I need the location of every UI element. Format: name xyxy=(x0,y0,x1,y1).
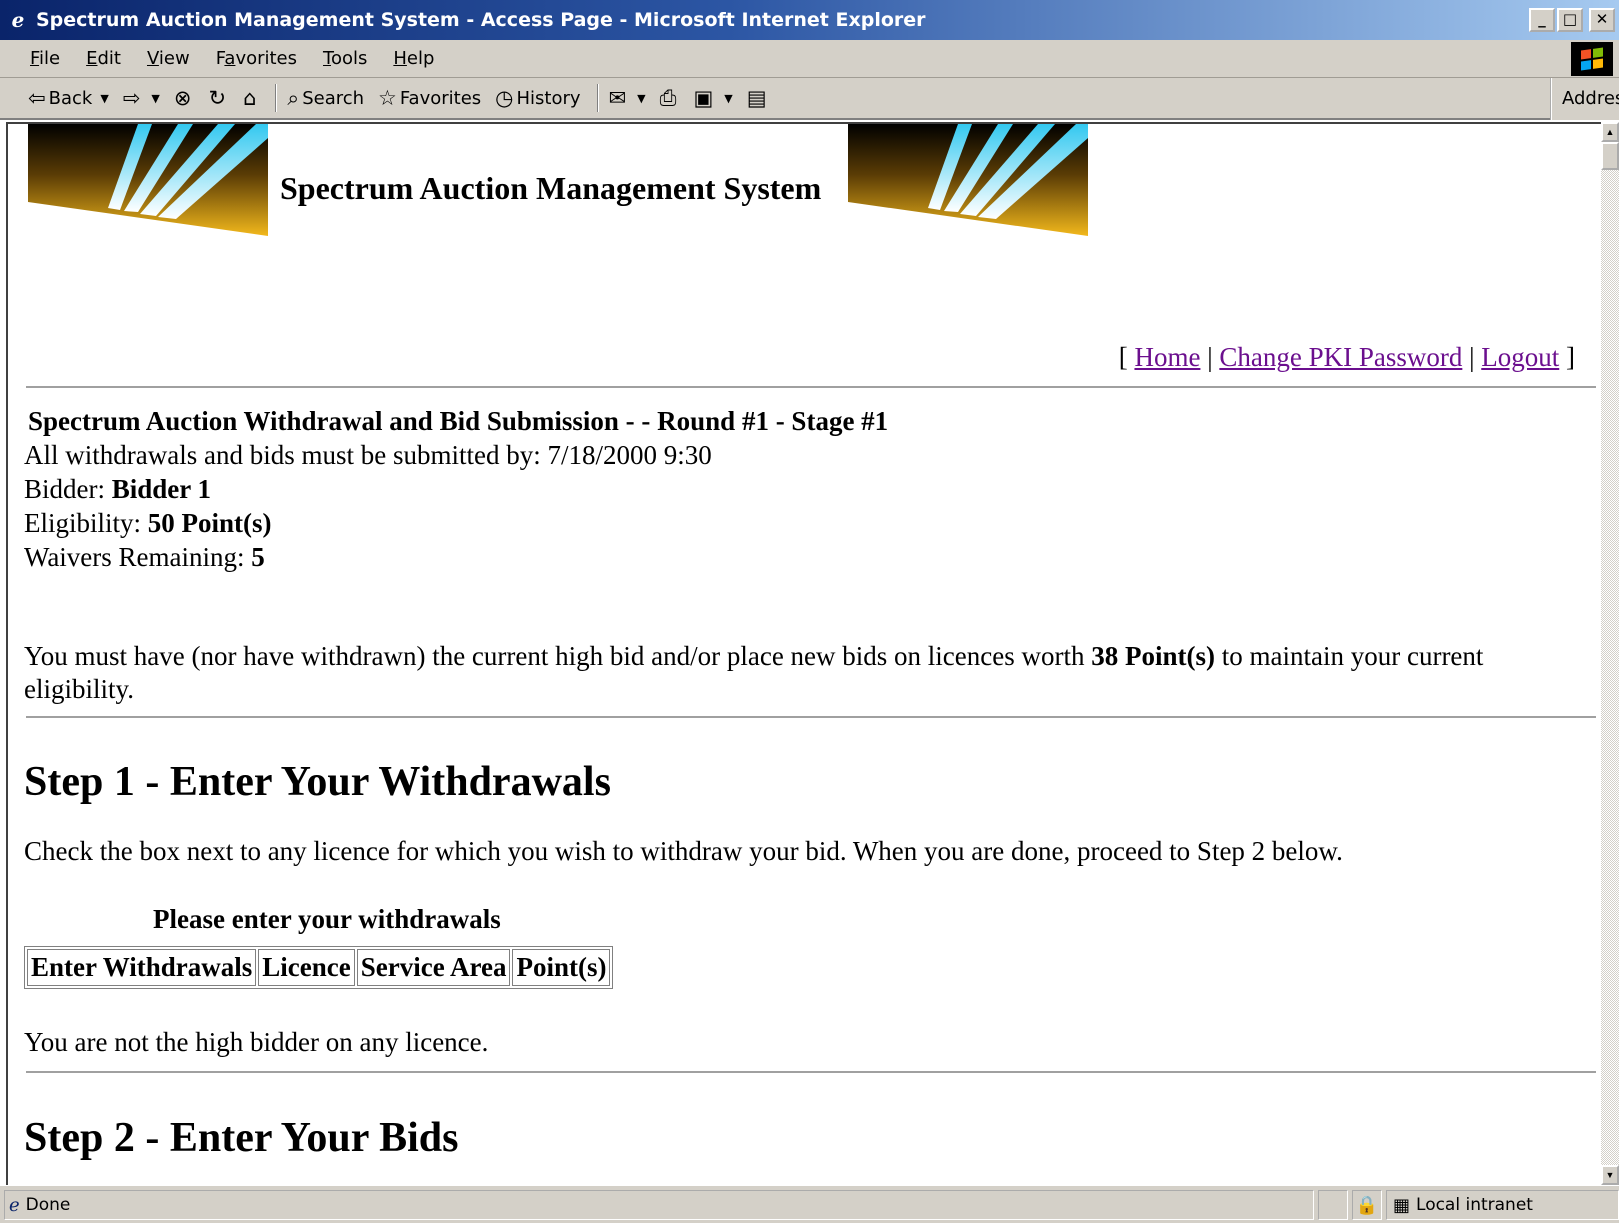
page-done-icon: ℯ xyxy=(9,1194,20,1216)
bidder-value: Bidder 1 xyxy=(111,474,212,504)
toolbar-separator xyxy=(596,84,599,112)
status-text-panel: ℯ Done xyxy=(4,1190,1314,1220)
menu-bar: File Edit View Favorites Tools Help xyxy=(0,40,1619,78)
search-button[interactable]: ⌕ Search xyxy=(287,86,364,111)
print-button[interactable]: ⎙ xyxy=(660,86,680,111)
menu-help[interactable]: Help xyxy=(393,48,434,69)
discuss-icon: ▤ xyxy=(746,86,767,110)
forward-button[interactable]: ⇨ ▼ xyxy=(123,86,160,110)
toolbar-separator xyxy=(275,84,278,112)
menu-tools[interactable]: Tools xyxy=(323,48,367,69)
home-button[interactable]: ⌂ xyxy=(243,86,259,110)
no-high-bid-message: You are not the high bidder on any licen… xyxy=(24,1027,489,1057)
windows-logo-icon xyxy=(1571,42,1613,76)
col-licence: Licence xyxy=(258,949,355,986)
stop-button[interactable]: ⊗ xyxy=(174,86,195,110)
back-button[interactable]: ⇦ Back ▼ xyxy=(28,86,109,110)
table-header-row: Enter Withdrawals Licence Service Area P… xyxy=(27,949,611,986)
window-title: Spectrum Auction Management System - Acc… xyxy=(36,9,926,31)
logout-link[interactable]: Logout xyxy=(1481,342,1559,372)
favorites-button[interactable]: ☆ Favorites xyxy=(378,86,481,110)
divider xyxy=(26,1071,1596,1073)
divider xyxy=(26,716,1596,718)
spectrum-logo-left xyxy=(28,124,268,236)
col-service-area: Service Area xyxy=(356,949,511,986)
withdrawals-table: Enter Withdrawals Licence Service Area P… xyxy=(24,946,614,989)
ie-icon: ℯ xyxy=(11,8,25,32)
mail-icon: ✉ xyxy=(608,86,627,110)
eligibility-value: 50 Point(s) xyxy=(147,508,272,538)
discuss-button[interactable]: ▤ xyxy=(747,86,770,110)
history-icon: ◷ xyxy=(495,86,514,110)
window-title-bar: ℯ Spectrum Auction Management System - A… xyxy=(0,0,1619,40)
refresh-icon: ↻ xyxy=(208,86,227,110)
lock-icon: 🔒 xyxy=(1352,1190,1382,1220)
chevron-down-icon[interactable]: ▼ xyxy=(100,92,108,105)
round-heading: Spectrum Auction Withdrawal and Bid Subm… xyxy=(28,406,889,436)
minimize-button[interactable]: _ xyxy=(1529,8,1555,32)
address-label: Address xyxy=(1550,78,1619,120)
chevron-down-icon[interactable]: ▼ xyxy=(637,92,645,105)
deadline-line: All withdrawals and bids must be submitt… xyxy=(24,440,712,470)
menu-view[interactable]: View xyxy=(147,48,190,69)
col-enter-withdrawals: Enter Withdrawals xyxy=(27,949,257,986)
required-points: 38 Point(s) xyxy=(1091,641,1215,671)
step1-instructions: Check the box next to any licence for wh… xyxy=(24,836,1343,866)
menu-edit[interactable]: Edit xyxy=(86,48,121,69)
close-button[interactable]: ✕ xyxy=(1589,8,1615,32)
spectrum-logo-right xyxy=(848,124,1088,236)
history-button[interactable]: ◷ History xyxy=(495,86,580,110)
menu-file[interactable]: File xyxy=(30,48,60,69)
edit-button[interactable]: ▣ ▼ xyxy=(693,86,732,110)
deadline-value: 7/18/2000 9:30 xyxy=(547,440,712,470)
standard-toolbar: ⇦ Back ▼ ⇨ ▼ ⊗ ↻ ⌂ ⌕ Search ☆ Favorites … xyxy=(0,78,1619,120)
refresh-button[interactable]: ↻ xyxy=(208,86,229,110)
chevron-down-icon[interactable]: ▼ xyxy=(151,92,159,105)
mail-button[interactable]: ✉ ▼ xyxy=(609,86,646,110)
change-pki-password-link[interactable]: Change PKI Password xyxy=(1219,342,1462,372)
bidder-line: Bidder: Bidder 1 xyxy=(24,474,212,504)
menu-favorites[interactable]: Favorites xyxy=(216,48,297,69)
search-icon: ⌕ xyxy=(287,85,300,110)
back-arrow-icon: ⇦ xyxy=(28,86,46,110)
maximize-button[interactable]: □ xyxy=(1557,8,1583,32)
bidder-info: Spectrum Auction Withdrawal and Bid Subm… xyxy=(24,404,888,574)
home-icon: ⌂ xyxy=(243,86,257,110)
security-zone: ▦ Local intranet xyxy=(1386,1190,1619,1220)
step2-title: Step 2 - Enter Your Bids xyxy=(24,1115,459,1161)
edit-icon: ▣ xyxy=(693,86,714,110)
page-banner: Spectrum Auction Management System xyxy=(28,124,1088,236)
top-nav-links: [ Home | Change PKI Password | Logout ] xyxy=(1118,342,1575,372)
forward-arrow-icon: ⇨ xyxy=(122,86,141,110)
divider xyxy=(26,386,1596,388)
home-link[interactable]: Home xyxy=(1134,342,1200,372)
scroll-up-icon[interactable]: ▲ xyxy=(1601,122,1619,142)
withdrawals-table-caption: Please enter your withdrawals xyxy=(153,904,501,934)
waivers-line: Waivers Remaining: 5 xyxy=(24,542,265,572)
window-controls: _ □ ✕ xyxy=(1529,8,1615,32)
step1-title: Step 1 - Enter Your Withdrawals xyxy=(24,759,611,805)
chevron-down-icon[interactable]: ▼ xyxy=(724,92,732,105)
vertical-scrollbar[interactable]: ▲ ▼ xyxy=(1601,122,1619,1185)
status-bar: ℯ Done 🔒 ▦ Local intranet xyxy=(0,1185,1619,1223)
page-content: Spectrum Auction Management System [Hom… xyxy=(6,122,1601,1185)
eligibility-line: Eligibility: 50 Point(s) xyxy=(24,508,272,538)
printer-icon: ⎙ xyxy=(659,85,677,110)
eligibility-notice: You must have (nor have withdrawn) the c… xyxy=(24,641,1484,704)
favorites-icon: ☆ xyxy=(378,86,397,110)
col-points: Point(s) xyxy=(512,949,611,986)
scroll-thumb[interactable] xyxy=(1601,142,1619,170)
banner-title: Spectrum Auction Management System xyxy=(280,170,822,206)
waivers-value: 5 xyxy=(251,542,265,572)
intranet-icon: ▦ xyxy=(1393,1194,1411,1216)
status-panel-empty xyxy=(1318,1190,1348,1220)
scroll-down-icon[interactable]: ▼ xyxy=(1601,1165,1619,1185)
stop-icon: ⊗ xyxy=(173,86,192,110)
